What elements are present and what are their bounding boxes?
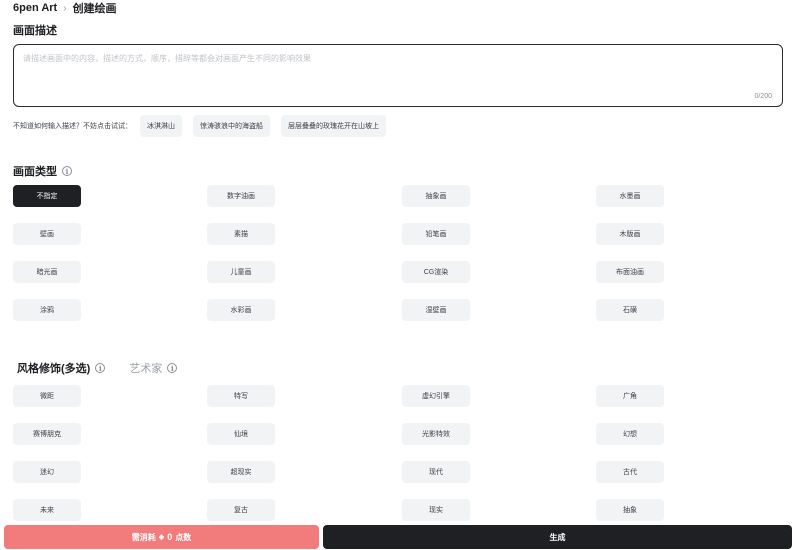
painting-type-chip[interactable]: 儿童画 (207, 261, 275, 283)
description-title: 画面描述 (13, 22, 57, 38)
info-icon[interactable]: i (62, 166, 72, 176)
style-modifier-chip[interactable]: 超现实 (207, 461, 275, 483)
style-modifier-chip[interactable]: 幻想 (596, 423, 664, 445)
tab-style-modifiers-label: 风格修饰(多选) (17, 363, 91, 375)
char-counter: 0/200 (754, 93, 772, 100)
style-modifier-chip[interactable]: 虚幻引擎 (402, 385, 470, 407)
painting-type-chip[interactable]: 石磺 (596, 299, 664, 321)
hint-chip[interactable]: 冰淇淋山 (140, 115, 182, 137)
page-title: 创建绘画 (72, 3, 117, 15)
painting-type-chip[interactable]: 素描 (207, 223, 275, 245)
cost-unit: 点数 (175, 532, 192, 542)
painting-type-chip[interactable]: 壁画 (13, 223, 81, 245)
painting-type-chip[interactable]: 湿壁画 (402, 299, 470, 321)
painting-type-chip[interactable]: 布面油画 (596, 261, 664, 283)
style-modifier-chip[interactable]: 复古 (207, 499, 275, 521)
style-modifier-chip[interactable]: 迷幻 (13, 461, 81, 483)
style-modifier-chip[interactable]: 抽象 (596, 499, 664, 521)
painting-type-chip[interactable]: 不指定 (13, 185, 81, 207)
style-modifier-chip[interactable]: 仙境 (207, 423, 275, 445)
style-modifier-chip[interactable]: 特写 (207, 385, 275, 407)
points-icon: ◈ (158, 534, 165, 541)
hint-chip[interactable]: 层层叠叠的玫瑰花开在山坡上 (281, 115, 386, 137)
painting-type-chip[interactable]: 涂鸦 (13, 299, 81, 321)
style-modifier-chip[interactable]: 赛博朋克 (13, 423, 81, 445)
painting-type-chip[interactable]: 水墨画 (596, 185, 664, 207)
generate-button[interactable]: 生成 (323, 525, 792, 549)
cost-value: 0 (167, 532, 173, 542)
painting-type-chip[interactable]: 铅笔画 (402, 223, 470, 245)
style-modifier-chip[interactable]: 现实 (402, 499, 470, 521)
style-modifier-chip[interactable]: 古代 (596, 461, 664, 483)
painting-type-chip[interactable]: 数字油画 (207, 185, 275, 207)
tab-artist-label: 艺术家 (129, 363, 163, 375)
breadcrumb-separator-icon: › (63, 2, 67, 14)
painting-type-title: 画面类型 i (13, 163, 72, 179)
painting-type-chip[interactable]: 水彩画 (207, 299, 275, 321)
painting-type-label: 画面类型 (13, 166, 57, 178)
description-input[interactable] (14, 45, 782, 106)
painting-type-chip[interactable]: CG渲染 (402, 261, 470, 283)
info-icon[interactable]: i (167, 363, 178, 373)
painting-type-chip[interactable]: 暗光画 (13, 261, 81, 283)
style-modifier-chip[interactable]: 未来 (13, 499, 81, 521)
style-modifier-chip[interactable]: 现代 (402, 461, 470, 483)
style-modifier-chip[interactable]: 微距 (13, 385, 81, 407)
painting-type-chip[interactable]: 木版画 (596, 223, 664, 245)
style-modifier-chip[interactable]: 广角 (596, 385, 664, 407)
hint-row: 不知道如何输入描述？不妨点击试试： 冰淇淋山 惊涛骇浪中的海盗船 层层叠叠的玫瑰… (13, 115, 397, 137)
description-box: 0/200 (13, 44, 783, 107)
breadcrumb: 6pen Art › 创建绘画 (13, 1, 117, 15)
info-icon[interactable]: i (95, 363, 106, 373)
hint-chip[interactable]: 惊涛骇浪中的海盗船 (193, 115, 270, 137)
tab-style-modifiers[interactable]: 风格修饰(多选) i (17, 360, 106, 376)
painting-type-chip[interactable]: 抽象画 (402, 185, 470, 207)
cost-prefix: 需消耗 (131, 532, 156, 542)
cost-button[interactable]: 需消耗 ◈ 0 点数 (4, 525, 319, 549)
tab-artist[interactable]: 艺术家 i (129, 360, 178, 376)
hint-label: 不知道如何输入描述？不妨点击试试： (13, 123, 132, 130)
brand-link[interactable]: 6pen Art (13, 2, 57, 14)
style-modifier-chip[interactable]: 光影特效 (402, 423, 470, 445)
bottom-bar: 需消耗 ◈ 0 点数 生成 (4, 525, 792, 549)
style-tabs: 风格修饰(多选) i 艺术家 i (17, 360, 178, 376)
description-title-label: 画面描述 (13, 25, 57, 37)
